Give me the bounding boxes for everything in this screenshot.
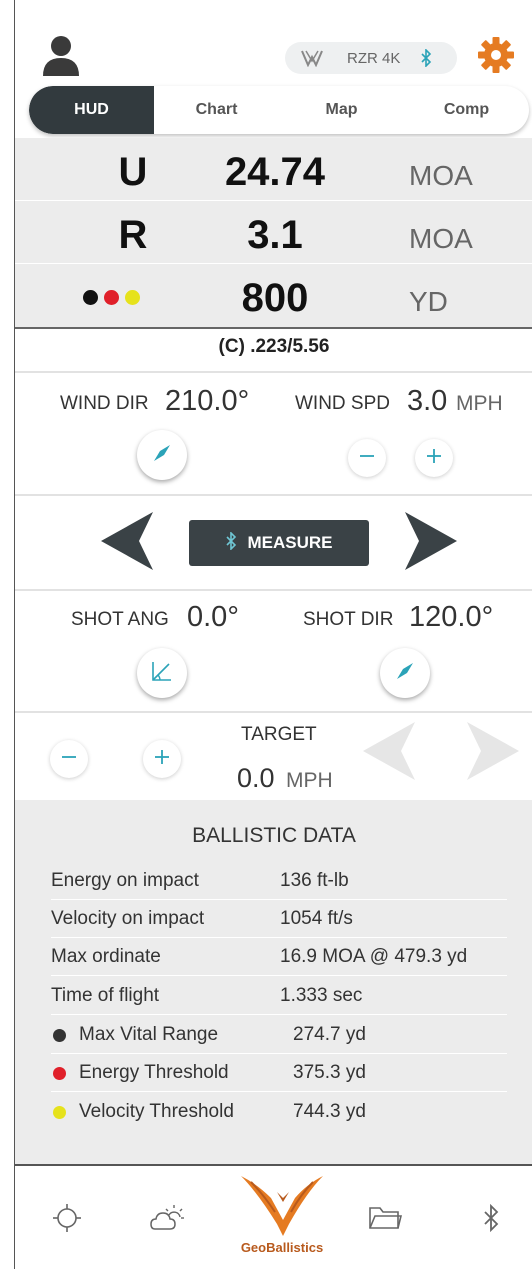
yellow-dot (125, 290, 140, 305)
ballistic-row: Energy Threshold 375.3 yd (51, 1054, 507, 1092)
angle-icon (150, 659, 174, 688)
ballistic-row: Time of flight 1.333 sec (51, 977, 507, 1015)
hud-range-row: 800 YD (15, 264, 532, 327)
red-dot (53, 1067, 66, 1080)
ballistic-value: 1.333 sec (280, 985, 363, 1006)
windage-direction: R (118, 213, 148, 257)
divider (15, 494, 532, 496)
elevation-value: 24.74 (224, 150, 326, 194)
target-value[interactable]: 0.0 (237, 763, 275, 794)
previous-arrow-icon[interactable] (101, 512, 153, 575)
elevation-unit: MOA (409, 160, 473, 191)
tab-chart[interactable]: Chart (154, 86, 279, 134)
range-value: 800 (241, 276, 309, 320)
tab-bar: HUD Chart Map Comp (29, 86, 529, 134)
red-dot (104, 290, 119, 305)
device-name: RZR 4K (347, 49, 401, 67)
ballistic-value: 375.3 yd (293, 1062, 366, 1083)
wind-spd-plus-button[interactable] (415, 439, 453, 477)
wind-dir-label: WIND DIR (60, 393, 149, 414)
divider (15, 711, 532, 713)
ballistic-label: Time of flight (51, 985, 160, 1006)
ballistic-label: Max ordinate (51, 946, 161, 967)
target-unit: MPH (286, 769, 333, 792)
ballistic-row: Max ordinate 16.9 MOA @ 479.3 yd (51, 938, 507, 976)
next-arrow-icon[interactable] (405, 512, 457, 575)
wind-spd-value[interactable]: 3.0 (407, 385, 447, 418)
device-connection-pill[interactable]: RZR 4K (285, 42, 457, 74)
ballistic-label: Max Vital Range (79, 1024, 219, 1045)
wind-spd-unit: MPH (456, 392, 503, 415)
ballistic-label: Energy Threshold (79, 1062, 229, 1083)
ballistic-row: Energy on impact 136 ft-lb (51, 862, 507, 900)
ballistic-label: Velocity on impact (51, 908, 205, 929)
bluetooth-icon[interactable] (473, 1200, 509, 1236)
shot-dir-compass-button[interactable] (380, 648, 430, 698)
windage-unit: MOA (409, 223, 473, 254)
tab-comp[interactable]: Comp (404, 86, 529, 134)
windage-value: 3.1 (247, 213, 303, 257)
hud-panel: U 24.74 MOA R 3.1 MOA 800 YD (15, 138, 532, 328)
ballistic-value: 16.9 MOA @ 479.3 yd (280, 946, 468, 967)
divider (15, 327, 532, 329)
compass-icon (394, 660, 416, 687)
ballistic-value: 744.3 yd (293, 1101, 366, 1122)
ballistic-data-title: BALLISTIC DATA (192, 824, 356, 847)
yellow-dot (53, 1106, 66, 1119)
range-unit: YD (409, 286, 448, 317)
wind-spd-label: WIND SPD (295, 393, 390, 414)
folder-icon[interactable] (367, 1200, 403, 1236)
divider (15, 371, 532, 373)
vortex-logo-icon (301, 49, 323, 68)
shot-dir-value[interactable]: 120.0° (409, 601, 493, 634)
elevation-direction: U (118, 150, 148, 194)
black-dot (53, 1029, 66, 1042)
target-prev-arrow-icon[interactable] (363, 722, 415, 785)
ballistic-row: Max Vital Range 274.7 yd (51, 1016, 507, 1054)
ballistic-label: Velocity Threshold (79, 1101, 234, 1122)
crosshair-icon[interactable] (49, 1200, 85, 1236)
divider (15, 589, 532, 591)
tab-map[interactable]: Map (279, 86, 404, 134)
tab-hud[interactable]: HUD (29, 86, 154, 134)
geoballistics-logo-icon[interactable] (237, 1172, 327, 1242)
wind-compass-button[interactable] (137, 430, 187, 480)
hud-windage-row: R 3.1 MOA (15, 201, 532, 264)
minus-icon (358, 447, 376, 470)
ballistic-value: 1054 ft/s (280, 908, 353, 929)
ballistic-row: Velocity Threshold 744.3 yd (51, 1093, 507, 1131)
minus-icon (60, 748, 78, 771)
app-screen: RZR 4K HUD Chart Map Comp U 24.74 MOA R … (14, 0, 532, 1269)
hud-elevation-row: U 24.74 MOA (15, 138, 532, 201)
measure-label: MEASURE (247, 533, 333, 552)
ammo-profile[interactable]: (C) .223/5.56 (15, 336, 532, 358)
ballistic-row: Velocity on impact 1054 ft/s (51, 900, 507, 938)
black-dot (83, 290, 98, 305)
shot-ang-label: SHOT ANG (71, 609, 169, 630)
ballistic-label: Energy on impact (51, 870, 199, 891)
bluetooth-icon (225, 530, 237, 555)
plus-icon (425, 447, 443, 470)
bluetooth-icon (420, 48, 432, 68)
plus-icon (153, 748, 171, 771)
threshold-dots (83, 290, 140, 305)
user-icon[interactable] (41, 34, 81, 76)
target-next-arrow-icon[interactable] (467, 722, 519, 785)
weather-icon[interactable] (149, 1200, 185, 1236)
compass-icon (151, 442, 173, 469)
wind-dir-value[interactable]: 210.0° (165, 385, 249, 418)
shot-dir-label: SHOT DIR (303, 609, 394, 630)
target-minus-button[interactable] (50, 740, 88, 778)
measure-button[interactable]: MEASURE (189, 520, 369, 566)
shot-angle-button[interactable] (137, 648, 187, 698)
target-label: TARGET (241, 724, 317, 745)
shot-ang-value[interactable]: 0.0° (187, 601, 239, 634)
brand-name: GeoBallistics (240, 1240, 324, 1255)
gear-icon[interactable] (477, 36, 515, 74)
ballistic-value: 274.7 yd (293, 1024, 366, 1045)
ballistic-value: 136 ft-lb (280, 870, 349, 891)
wind-spd-minus-button[interactable] (348, 439, 386, 477)
target-plus-button[interactable] (143, 740, 181, 778)
